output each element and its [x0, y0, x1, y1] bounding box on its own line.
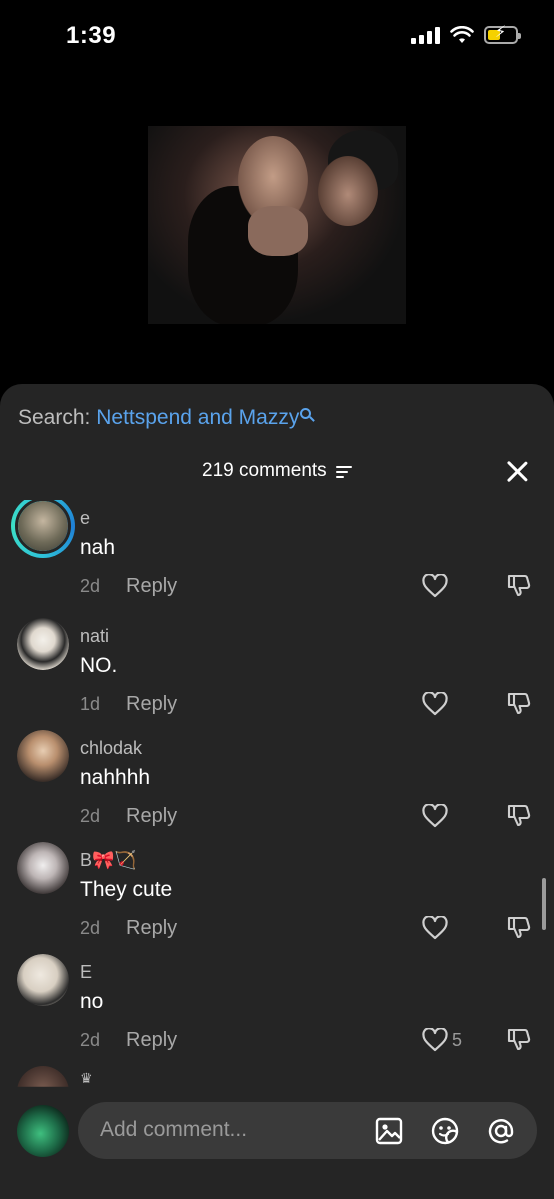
like-count: 5 [452, 1030, 463, 1050]
search-icon [300, 408, 312, 419]
avatar[interactable] [17, 842, 69, 894]
comment-item: e nah 2d Reply [0, 500, 554, 612]
comment-text: nahhhh [80, 766, 151, 789]
comment-username[interactable]: ♛ [80, 1070, 93, 1087]
comment-username[interactable]: e [80, 508, 90, 529]
comment-input-container[interactable] [78, 1102, 537, 1159]
comment-username[interactable]: chlodak [80, 738, 142, 759]
search-suggestion[interactable]: Search: Nettspend and Mazzy [18, 406, 312, 430]
video-thumbnail[interactable] [148, 126, 406, 324]
comment-text: They cute [80, 878, 173, 901]
comment-text: no [80, 990, 104, 1013]
thumbs-down-icon[interactable] [506, 572, 532, 598]
search-query-link[interactable]: Nettspend and Mazzy [96, 406, 299, 429]
status-time: 1:39 [66, 22, 117, 49]
status-bar: 1:39 ⚡ [0, 0, 554, 72]
heart-outline-icon[interactable] [422, 1028, 448, 1052]
reply-button[interactable]: Reply [126, 917, 177, 940]
cellular-signal-icon [411, 26, 440, 44]
image-icon[interactable] [374, 1116, 404, 1146]
comment-username[interactable]: B🎀🏹 [80, 850, 137, 871]
sort-lines-icon[interactable] [335, 465, 352, 478]
comment-username[interactable]: nati [80, 626, 109, 647]
thumbs-down-icon[interactable] [506, 1026, 532, 1052]
my-avatar[interactable] [17, 1105, 69, 1157]
sticker-icon[interactable] [430, 1116, 460, 1146]
status-icons: ⚡ [411, 25, 521, 44]
close-icon[interactable] [506, 460, 528, 482]
comment-count: 219 comments [202, 460, 327, 481]
heart-outline-icon[interactable] [422, 804, 448, 828]
battery-charging-icon: ⚡ [484, 25, 521, 44]
scrollbar[interactable] [542, 878, 546, 930]
avatar[interactable] [17, 730, 69, 782]
avatar[interactable] [17, 954, 69, 1006]
at-mention-icon[interactable] [486, 1116, 516, 1146]
heart-outline-icon[interactable] [422, 574, 448, 598]
comment-count-button[interactable]: 219 comments [0, 460, 554, 482]
comment-item: chlodak nahhhh 2d Reply [0, 730, 554, 842]
reply-button[interactable]: Reply [126, 575, 177, 598]
comment-item: B🎀🏹 They cute 2d Reply [0, 842, 554, 954]
comment-age: 2d [80, 576, 101, 596]
comment-age: 2d [80, 1030, 101, 1050]
comment-age: 1d [80, 694, 101, 714]
thumbs-down-icon[interactable] [506, 690, 532, 716]
heart-outline-icon[interactable] [422, 916, 448, 940]
reply-button[interactable]: Reply [126, 693, 177, 716]
reply-button[interactable]: Reply [126, 1029, 177, 1052]
heart-outline-icon[interactable] [422, 692, 448, 716]
thumbs-down-icon[interactable] [506, 914, 532, 940]
comment-age: 2d [80, 918, 101, 938]
comment-age: 2d [80, 806, 101, 826]
comment-item: nati NO. 1d Reply [0, 618, 554, 730]
comment-composer [0, 1090, 554, 1199]
comment-text: NO. [80, 654, 118, 677]
avatar-with-story-ring[interactable] [11, 500, 75, 558]
comment-list[interactable]: e nah 2d Reply nati NO. 1d Reply chlodak… [0, 500, 554, 1090]
comment-username[interactable]: E [80, 962, 92, 983]
comment-text: nah [80, 536, 116, 559]
thumbs-down-icon[interactable] [506, 802, 532, 828]
avatar[interactable] [17, 618, 69, 670]
comments-header: 219 comments [0, 460, 554, 488]
search-label: Search: [18, 406, 97, 429]
comment-input[interactable] [100, 1116, 360, 1144]
reply-button[interactable]: Reply [126, 805, 177, 828]
comment-item: E no 2d Reply 5 [0, 954, 554, 1066]
wifi-icon [450, 26, 474, 43]
